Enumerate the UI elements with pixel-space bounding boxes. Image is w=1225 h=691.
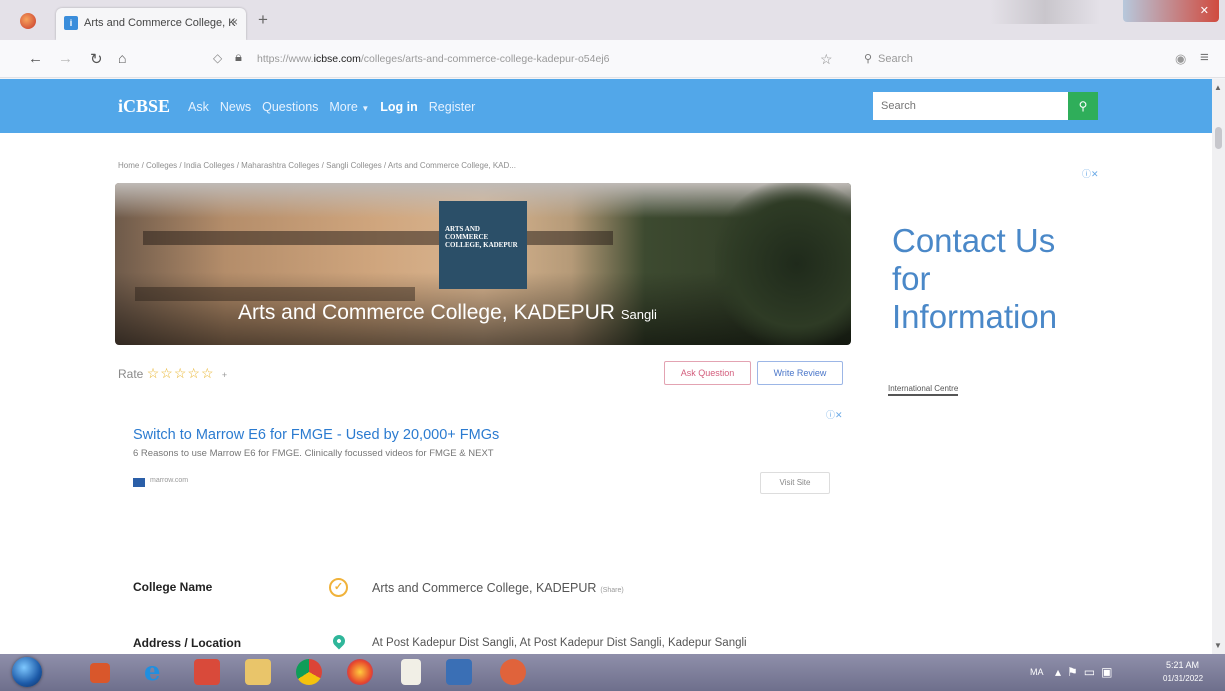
- contact-us-ad[interactable]: Contact Us for Information: [892, 222, 1057, 336]
- ad-headline-link[interactable]: Switch to Marrow E6 for FMGE - Used by 2…: [133, 427, 499, 443]
- window-close-icon[interactable]: ✕: [1200, 4, 1209, 17]
- shield-icon[interactable]: ◇: [213, 51, 222, 65]
- location-pin-icon: [330, 632, 348, 650]
- site-nav: Ask News Questions More ▼ Log in Registe…: [188, 100, 475, 114]
- file-explorer-icon[interactable]: [245, 659, 271, 685]
- breadcrumb[interactable]: Home / Colleges / India Colleges / Mahar…: [118, 161, 516, 170]
- windows-taskbar: e MA ▴⚑▭▣ 5:21 AM 01/31/2022: [0, 654, 1225, 691]
- star-icon[interactable]: ☆: [147, 365, 161, 381]
- internet-explorer-icon[interactable]: e: [144, 659, 170, 685]
- star-icon[interactable]: ☆: [174, 365, 188, 381]
- browser-search-box[interactable]: ⚲ Search: [852, 46, 1147, 72]
- college-logo: ARTS AND COMMERCE COLLEGE, KADEPUR: [439, 201, 527, 289]
- site-header: iCBSE Ask News Questions More ▼ Log in R…: [0, 79, 1212, 133]
- check-circle-icon: ✓: [329, 578, 348, 597]
- web-page: iCBSE Ask News Questions More ▼ Log in R…: [0, 79, 1212, 654]
- site-favicon-icon: i: [64, 16, 78, 30]
- office-icon[interactable]: [194, 659, 220, 685]
- url-bar[interactable]: ◇ 🔒︎ https://www.icbse.com/colleges/arts…: [205, 46, 845, 72]
- visit-site-button[interactable]: Visit Site: [760, 472, 830, 494]
- home-icon[interactable]: ⌂: [118, 50, 126, 66]
- ad-domain[interactable]: marrow.com: [150, 477, 188, 484]
- scroll-down-icon[interactable]: ▼: [1214, 641, 1222, 650]
- search-icon: ⚲: [864, 53, 873, 65]
- caret-down-icon: ▼: [361, 104, 370, 113]
- browser-tab-active[interactable]: i Arts and Commerce College, K ×: [56, 8, 246, 40]
- search-icon: ⚲: [1078, 99, 1088, 113]
- site-search-input[interactable]: [873, 92, 1069, 120]
- rating-widget: Rate ☆☆☆☆☆ +: [118, 365, 227, 382]
- nav-more[interactable]: More ▼: [329, 100, 369, 114]
- nav-ask[interactable]: Ask: [188, 100, 209, 114]
- browser-toolbar: ← → ↻ ⌂ ◇ 🔒︎ https://www.icbse.com/colle…: [0, 40, 1225, 78]
- clock-date[interactable]: 01/31/2022: [1163, 674, 1203, 683]
- reload-icon[interactable]: ↻: [90, 50, 103, 68]
- college-banner: ARTS AND COMMERCE COLLEGE, KADEPUR Arts …: [115, 183, 851, 345]
- banner-tree: [715, 183, 851, 345]
- write-review-button[interactable]: Write Review: [757, 361, 843, 385]
- nav-news[interactable]: News: [220, 100, 251, 114]
- star-icon[interactable]: ☆: [201, 365, 215, 381]
- lock-icon[interactable]: 🔒︎: [235, 49, 242, 65]
- marrow-logo-icon: [133, 478, 145, 487]
- chrome-icon[interactable]: [296, 659, 322, 685]
- ad-choices-icon[interactable]: ⓘ✕: [826, 408, 843, 421]
- tab-title: Arts and Commerce College, K: [84, 17, 236, 29]
- nav-register[interactable]: Register: [429, 100, 476, 114]
- browser-tab-bar: i Arts and Commerce College, K × + ✕: [0, 0, 1225, 40]
- url-text[interactable]: https://www.icbse.com/colleges/arts-and-…: [257, 53, 610, 65]
- site-logo[interactable]: iCBSE: [118, 96, 170, 117]
- language-indicator[interactable]: MA: [1030, 667, 1044, 677]
- college-banner-title: Arts and Commerce College, KADEPUR Sangl…: [238, 301, 657, 324]
- ad-description: 6 Reasons to use Marrow E6 for FMGE. Cli…: [133, 448, 494, 459]
- system-tray-icons[interactable]: ▴⚑▭▣: [1055, 665, 1118, 679]
- scroll-up-icon[interactable]: ▲: [1214, 83, 1222, 92]
- media-player-icon[interactable]: [90, 663, 110, 683]
- window-title-area: [990, 0, 1100, 24]
- ask-question-button[interactable]: Ask Question: [664, 361, 751, 385]
- nav-login[interactable]: Log in: [380, 100, 418, 114]
- address-label: Address / Location: [133, 636, 242, 650]
- pocket-icon[interactable]: ◉: [1175, 51, 1186, 67]
- start-button[interactable]: [12, 657, 42, 687]
- ad-choices-icon[interactable]: ⓘ✕: [1082, 167, 1099, 180]
- browser-search-placeholder: Search: [878, 53, 913, 65]
- document-icon[interactable]: [401, 659, 421, 685]
- tab-close-icon[interactable]: ×: [231, 15, 238, 29]
- site-search-box: [873, 92, 1069, 120]
- scroll-thumb[interactable]: [1215, 127, 1222, 149]
- page-scrollbar[interactable]: ▲ ▼: [1212, 79, 1225, 654]
- bookmark-star-icon[interactable]: ☆: [820, 51, 833, 68]
- star-icon[interactable]: ☆: [187, 365, 201, 381]
- star-icon[interactable]: ☆: [160, 365, 174, 381]
- rating-label: Rate: [118, 367, 144, 381]
- nav-questions[interactable]: Questions: [262, 100, 318, 114]
- firefox-icon[interactable]: [347, 659, 373, 685]
- site-search-button[interactable]: ⚲: [1068, 92, 1098, 120]
- address-value: At Post Kadepur Dist Sangli, At Post Kad…: [372, 637, 747, 649]
- college-name-label: College Name: [133, 580, 213, 594]
- menu-icon[interactable]: ≡: [1200, 49, 1209, 66]
- window-controls[interactable]: ✕: [1123, 0, 1219, 22]
- share-link[interactable]: (Share): [600, 587, 623, 594]
- college-name-value: Arts and Commerce College, KADEPUR (Share…: [372, 581, 624, 595]
- clock-time[interactable]: 5:21 AM: [1166, 660, 1199, 670]
- new-tab-button[interactable]: +: [258, 10, 268, 30]
- rating-count: +: [221, 370, 228, 380]
- word-processor-icon[interactable]: [446, 659, 472, 685]
- forward-arrow-icon[interactable]: →: [58, 50, 73, 67]
- app-icon[interactable]: [500, 659, 526, 685]
- firefox-menu-icon[interactable]: [20, 13, 36, 29]
- back-arrow-icon[interactable]: ←: [28, 50, 43, 67]
- international-centre-link[interactable]: International Centre: [888, 384, 959, 396]
